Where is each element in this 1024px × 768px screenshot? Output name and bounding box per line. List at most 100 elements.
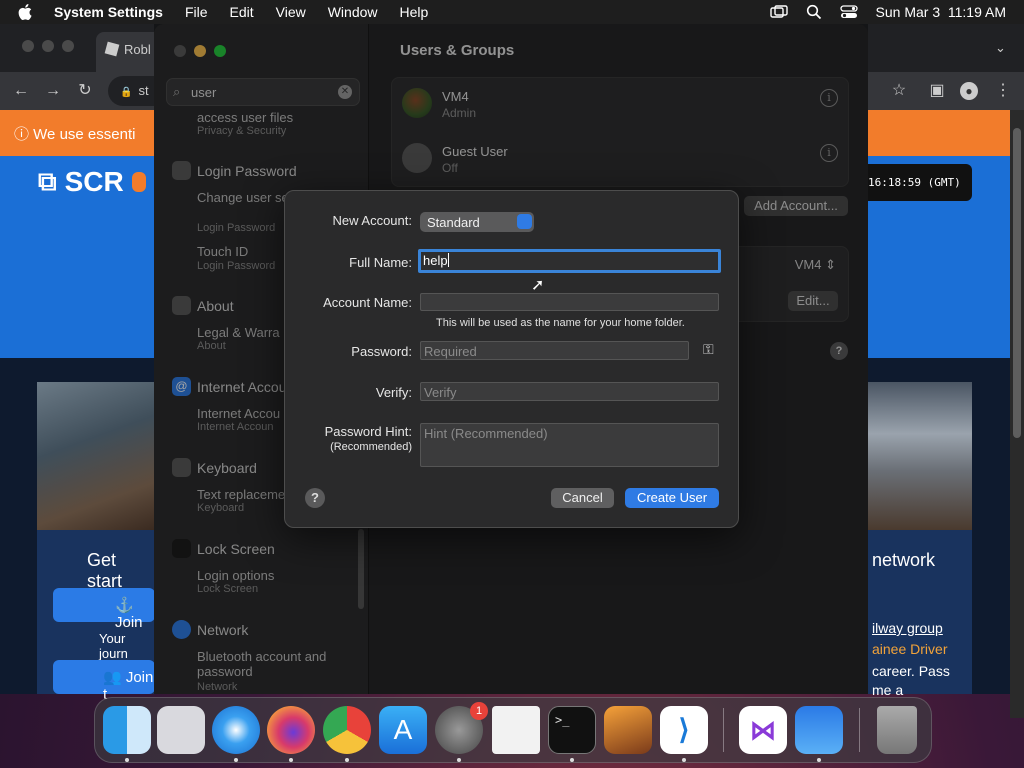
back-arrow-icon[interactable]: ← [12, 82, 30, 100]
account-type-value: Standard [427, 215, 480, 230]
server-clock: 16:18:59 (GMT) [862, 164, 972, 201]
full-name-field[interactable]: help [418, 249, 721, 273]
left-card-heading: Get start [87, 550, 123, 591]
dock-running-dot [345, 758, 349, 762]
menu-bar: System Settings File Edit View Window He… [0, 0, 1024, 24]
verify-label: Verify: [375, 385, 412, 400]
tab-list-chevron-icon[interactable]: ⌄ [995, 40, 1006, 56]
dock-running-dot [682, 758, 686, 762]
reload-icon[interactable]: ↻ [76, 82, 94, 100]
password-hint-field[interactable]: Hint (Recommended) [420, 423, 719, 467]
menu-file[interactable]: File [185, 4, 208, 20]
browser-scrollbar[interactable] [1010, 110, 1024, 718]
safari-icon[interactable] [212, 706, 260, 754]
dock: A 1 >_ ⟩ ⋈ [94, 697, 932, 763]
create-user-button[interactable]: Create User [625, 488, 719, 508]
full-name-label: Full Name: [349, 255, 412, 270]
menu-app-name[interactable]: System Settings [54, 4, 163, 20]
help-symbol: ? [311, 490, 319, 505]
right-card-heading: network [872, 550, 936, 570]
left-join-button-2[interactable]: 👥 Join t [53, 660, 155, 703]
logo-accent [131, 172, 146, 192]
app-store-icon[interactable]: A [379, 706, 427, 754]
mouse-pointer-icon: ➚ [531, 277, 545, 294]
password-placeholder: Required [424, 344, 477, 359]
dock-separator [859, 708, 860, 752]
dock-running-dot [289, 758, 293, 762]
cancel-button[interactable]: Cancel [551, 488, 614, 508]
left-card: Get start ⚓ Join Your journ 👥 Join t [37, 382, 155, 703]
cookie-text: ⓘ We use essenti [14, 126, 136, 143]
verify-field[interactable]: Verify [420, 382, 719, 401]
notification-badge: 1 [470, 702, 488, 720]
spotlight-search-icon[interactable] [806, 4, 822, 20]
dock-running-dot [457, 758, 461, 762]
account-type-popup[interactable]: Standard [420, 212, 534, 232]
screen-mirroring-icon[interactable] [769, 5, 788, 19]
scr-logo-icon: ⧉ [38, 166, 57, 196]
menu-clock[interactable]: Sun Mar 3 11:19 AM [876, 4, 1006, 20]
dock-running-dot [234, 758, 238, 762]
site-logo[interactable]: ⧉ SCR [38, 166, 146, 198]
bookmark-star-icon[interactable]: ☆ [890, 82, 908, 100]
chrome-icon[interactable] [323, 706, 371, 754]
right-card-link[interactable]: ilway group [872, 620, 943, 636]
left-card-caption: Your journ [99, 631, 128, 661]
dock-running-dot [125, 758, 129, 762]
account-name-label: Account Name: [323, 295, 412, 310]
apple-menu-icon[interactable] [18, 4, 32, 20]
password-hint-sublabel: (Recommended) [330, 441, 412, 453]
menu-edit[interactable]: Edit [230, 4, 254, 20]
garageband-icon[interactable] [604, 706, 652, 754]
browser-tab-title: Robl [124, 42, 151, 57]
weather-icon[interactable] [795, 706, 843, 754]
dock-running-dot [817, 758, 821, 762]
textedit-icon[interactable] [492, 706, 540, 754]
control-center-icon[interactable] [839, 5, 858, 19]
finder-icon[interactable] [103, 706, 151, 754]
account-name-field[interactable] [420, 293, 719, 311]
badge-count: 1 [475, 705, 483, 717]
site-logo-text: SCR [64, 166, 124, 197]
browser-zoom-dot[interactable] [62, 40, 74, 52]
roblox-icon [104, 41, 120, 57]
right-card-line3: career. Pass [872, 663, 950, 679]
key-icon[interactable]: ⚿ [703, 341, 714, 358]
firefox-icon[interactable] [267, 706, 315, 754]
dock-separator [723, 708, 724, 752]
right-card-line4: me a [872, 682, 904, 698]
menu-extras: Sun Mar 3 11:19 AM [769, 0, 1006, 24]
hint-placeholder: Hint (Recommended) [424, 426, 548, 441]
left-join-button-1-label: ⚓ Join [115, 597, 143, 631]
updown-chevron-icon [517, 214, 532, 229]
browser-menu-icon[interactable]: ⋮ [994, 82, 1012, 100]
create-user-label: Create User [636, 490, 708, 505]
browser-minimize-dot[interactable] [42, 40, 54, 52]
full-name-value: help [423, 253, 448, 268]
menu-help[interactable]: Help [400, 4, 429, 20]
launchpad-icon[interactable] [157, 706, 205, 754]
trash-icon[interactable] [877, 706, 917, 754]
terminal-icon[interactable]: >_ [548, 706, 596, 754]
password-hint-label: Password Hint: [324, 424, 412, 439]
side-panel-icon[interactable]: ▣ [928, 82, 946, 100]
right-card-line2: ainee Driver [872, 641, 948, 657]
text-caret [447, 253, 449, 267]
new-account-label: New Account: [332, 213, 413, 228]
vscode-icon[interactable]: ⟩ [660, 706, 708, 754]
visual-studio-icon[interactable]: ⋈ [739, 706, 787, 754]
forward-arrow-icon[interactable]: → [44, 82, 62, 100]
left-join-button-1[interactable]: ⚓ Join [53, 588, 155, 631]
dock-running-dot [570, 758, 574, 762]
profile-avatar-icon[interactable]: ● [960, 82, 978, 100]
account-name-note: This will be used as the name for your h… [436, 317, 685, 329]
lock-icon: 🔒 [120, 87, 133, 98]
cancel-label: Cancel [562, 490, 603, 505]
menu-window[interactable]: Window [328, 4, 378, 20]
browser-scroll-thumb[interactable] [1013, 128, 1021, 438]
browser-close-dot[interactable] [22, 40, 34, 52]
server-clock-text: 16:18:59 (GMT) [868, 176, 961, 189]
menu-view[interactable]: View [276, 4, 306, 20]
password-field[interactable]: Required [420, 341, 689, 360]
dialog-help-button[interactable]: ? [305, 488, 325, 508]
